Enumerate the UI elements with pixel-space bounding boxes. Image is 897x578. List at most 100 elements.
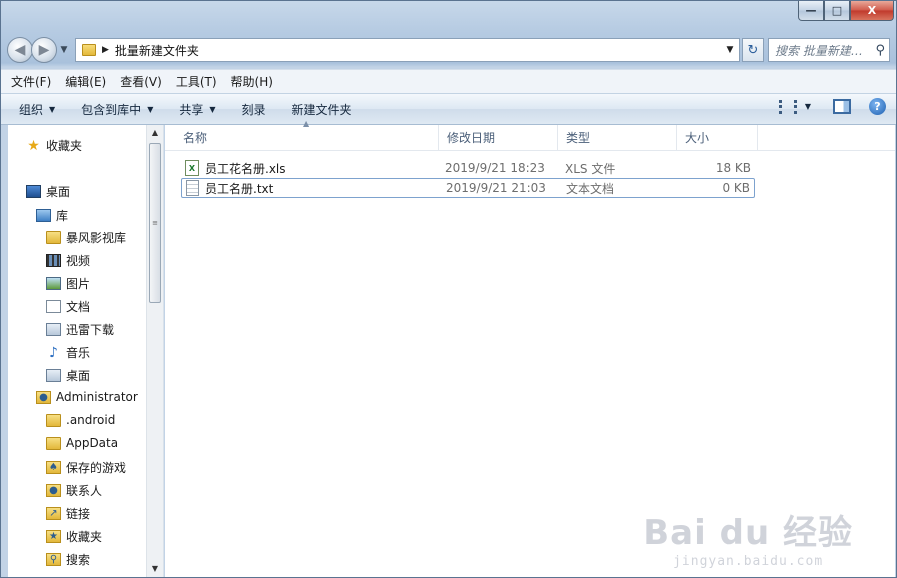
refresh-button[interactable]: ↻ xyxy=(742,38,764,62)
nav-item-pictures[interactable]: 图片 xyxy=(46,275,90,292)
nav-item-searches[interactable]: ⚲ 搜索 xyxy=(46,551,90,568)
burn-button[interactable]: 刻录 xyxy=(242,101,266,118)
search-icon[interactable]: ⚲ xyxy=(875,43,885,58)
nav-item-administrator[interactable]: ● Administrator xyxy=(36,390,138,404)
nav-item-saved-games[interactable]: ♠ 保存的游戏 xyxy=(46,459,126,476)
back-button[interactable]: ◀ xyxy=(7,37,33,63)
nav-item-library-desktop[interactable]: 桌面 xyxy=(46,367,90,384)
nav-item-favorites[interactable]: ★ 收藏夹 xyxy=(26,137,82,154)
share-label: 共享 xyxy=(179,102,204,117)
nav-item-label: 保存的游戏 xyxy=(66,461,127,475)
video-icon xyxy=(46,254,61,267)
menu-view[interactable]: 查看(V) xyxy=(120,73,162,90)
contacts-icon: ● xyxy=(46,484,61,497)
nav-item-label: 联系人 xyxy=(66,484,103,498)
document-icon xyxy=(46,300,61,313)
nav-item-libraries[interactable]: 库 xyxy=(36,207,68,224)
folder-icon xyxy=(46,436,61,450)
change-view-icon[interactable] xyxy=(778,99,797,114)
nav-pane-scrollbar[interactable]: ▲ ≡ ▼ xyxy=(146,125,163,577)
file-row[interactable]: X 员工花名册.xls 2019/9/21 18:23 XLS 文件 18 KB xyxy=(181,158,755,178)
include-in-library-button[interactable]: 包含到库中 ▼ xyxy=(81,101,153,118)
back-arrow-icon: ◀ xyxy=(14,42,26,58)
address-bar[interactable]: ▶ 批量新建文件夹 ▼ xyxy=(75,38,740,62)
picture-icon xyxy=(46,277,61,290)
nav-item-thunder-downloads[interactable]: 迅雷下载 xyxy=(46,321,114,338)
maximize-button[interactable]: □ xyxy=(824,1,850,21)
file-name-cell: 员工名册.txt xyxy=(186,180,273,197)
scrollbar-thumb[interactable]: ≡ xyxy=(149,143,161,303)
view-options-dropdown[interactable]: ▼ xyxy=(805,102,811,111)
new-folder-button[interactable]: 新建文件夹 xyxy=(292,101,352,118)
nav-item-label: 图片 xyxy=(66,277,91,291)
nav-item-links[interactable]: ↗ 链接 xyxy=(46,505,90,522)
chevron-down-icon: ▼ xyxy=(209,104,216,114)
column-header-size[interactable]: 大小 xyxy=(677,125,758,151)
recent-pages-dropdown[interactable]: ▼ xyxy=(57,45,71,55)
forward-button[interactable]: ▶ xyxy=(31,37,57,63)
file-size: 0 KB xyxy=(722,181,750,195)
download-icon xyxy=(46,323,61,336)
menu-edit[interactable]: 编辑(E) xyxy=(65,73,106,90)
music-icon: ♪ xyxy=(49,344,58,361)
nav-item-android[interactable]: .android xyxy=(46,413,115,427)
nav-item-label: 搜索 xyxy=(66,553,91,567)
menu-help[interactable]: 帮助(H) xyxy=(231,73,273,90)
nav-item-desktop[interactable]: 桌面 xyxy=(26,183,70,200)
chevron-down-icon: ▼ xyxy=(147,104,154,114)
txt-file-icon xyxy=(186,180,199,196)
navigation-row: ◀ ▶ ▼ ▶ 批量新建文件夹 ▼ ↻ 搜索 批量新建… ⚲ xyxy=(7,35,890,65)
desktop-icon xyxy=(26,185,41,198)
folder-icon xyxy=(46,231,61,244)
menu-file[interactable]: 文件(F) xyxy=(11,73,51,90)
search-placeholder: 搜索 批量新建… xyxy=(775,43,863,58)
column-header-type[interactable]: 类型 xyxy=(558,125,677,151)
file-row-selected[interactable]: 员工名册.txt 2019/9/21 21:03 文本文档 0 KB xyxy=(181,178,755,198)
column-header-row: ▲ 名称 修改日期 类型 大小 xyxy=(165,119,895,151)
nav-item-label: 桌面 xyxy=(66,369,91,383)
chevron-down-icon: ▼ xyxy=(49,104,56,114)
file-size: 18 KB xyxy=(715,161,751,175)
column-header-date[interactable]: 修改日期 xyxy=(439,125,558,151)
nav-item-favorites-folder[interactable]: ★ 收藏夹 xyxy=(46,528,102,545)
library-icon xyxy=(36,209,51,222)
address-dropdown-icon[interactable]: ▼ xyxy=(721,39,739,61)
nav-item-music[interactable]: ♪ 音乐 xyxy=(46,344,90,361)
close-button[interactable]: X xyxy=(850,1,894,21)
file-name: 员工名册.txt xyxy=(205,181,274,196)
nav-item-contacts[interactable]: ● 联系人 xyxy=(46,482,102,499)
nav-item-baofeng-library[interactable]: 暴风影视库 xyxy=(46,229,126,246)
search-input[interactable]: 搜索 批量新建… ⚲ xyxy=(768,38,890,62)
watermark-logo: Bai du 经验 xyxy=(643,513,853,553)
nav-item-label: 迅雷下载 xyxy=(66,323,115,337)
caption-buttons: — □ X xyxy=(798,1,894,21)
saved-games-icon: ♠ xyxy=(46,461,61,474)
nav-item-videos[interactable]: 视频 xyxy=(46,252,90,269)
nav-item-label: Administrator xyxy=(56,390,138,404)
menu-tools[interactable]: 工具(T) xyxy=(176,73,217,90)
nav-item-label: .android xyxy=(66,413,116,427)
file-type: 文本文档 xyxy=(566,181,615,196)
nav-item-label: 链接 xyxy=(66,507,91,521)
column-header-name[interactable]: 名称 xyxy=(175,125,439,151)
file-date: 2019/9/21 21:03 xyxy=(446,181,546,195)
scroll-up-icon[interactable]: ▲ xyxy=(147,125,163,141)
scroll-down-icon[interactable]: ▼ xyxy=(147,561,163,577)
help-icon[interactable]: ? xyxy=(869,98,886,115)
refresh-icon: ↻ xyxy=(747,42,759,58)
organize-button[interactable]: 组织 ▼ xyxy=(19,101,55,118)
minimize-button[interactable]: — xyxy=(798,1,824,21)
baidu-watermark: Bai du 经验 jingyan.baidu.com xyxy=(643,505,853,569)
explorer-window: — □ X ◀ ▶ ▼ ▶ 批量新建文件夹 ▼ ↻ 搜索 批量新建… ⚲ 文件(… xyxy=(0,0,897,578)
share-button[interactable]: 共享 ▼ xyxy=(179,101,215,118)
breadcrumb-separator-icon[interactable]: ▶ xyxy=(102,45,109,55)
nav-item-label: 暴风影视库 xyxy=(66,231,127,245)
preview-pane-icon[interactable] xyxy=(833,99,851,114)
menu-bar: 文件(F) 编辑(E) 查看(V) 工具(T) 帮助(H) xyxy=(1,69,896,93)
breadcrumb-current[interactable]: 批量新建文件夹 xyxy=(115,42,199,59)
nav-item-label: 桌面 xyxy=(46,185,71,199)
desktop-library-icon xyxy=(46,369,61,382)
nav-item-appdata[interactable]: AppData xyxy=(46,436,118,450)
nav-item-documents[interactable]: 文档 xyxy=(46,298,90,315)
links-icon: ↗ xyxy=(46,507,61,520)
